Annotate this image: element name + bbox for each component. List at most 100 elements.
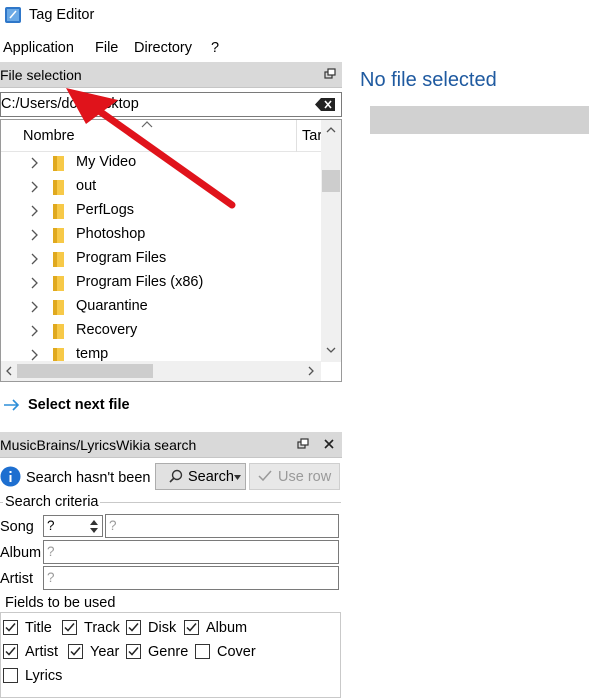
- checkbox-disk-label: Disk: [148, 620, 177, 636]
- arrow-right-icon: [4, 399, 20, 411]
- horizontal-scroll-thumb[interactable]: [17, 364, 153, 378]
- folder-icon: [53, 252, 64, 267]
- file-selection-title: File selection: [0, 67, 82, 83]
- tree-row[interactable]: Quarantine: [1, 295, 321, 319]
- tree-label: Recovery: [76, 322, 138, 338]
- song-track-value: ?: [47, 518, 55, 533]
- folder-icon: [53, 324, 64, 339]
- chevron-right-icon[interactable]: [29, 157, 39, 169]
- song-track-stepper[interactable]: ?: [43, 515, 103, 537]
- search-status: Search hasn't been: [26, 470, 151, 486]
- checkbox-artist[interactable]: [3, 644, 18, 659]
- tree-row[interactable]: Recovery: [1, 319, 321, 343]
- tree-row[interactable]: Program Files (x86): [1, 271, 321, 295]
- checkbox-cover[interactable]: [195, 644, 210, 659]
- chevron-right-icon[interactable]: [29, 325, 39, 337]
- chevron-right-icon[interactable]: [29, 205, 39, 217]
- select-next-file-button[interactable]: Select next file: [0, 393, 200, 417]
- use-row-button[interactable]: Use row: [249, 463, 340, 490]
- menu-application[interactable]: Application: [3, 40, 74, 56]
- chevron-right-icon[interactable]: [29, 277, 39, 289]
- float-panel-icon[interactable]: [322, 66, 338, 82]
- tree-row[interactable]: PerfLogs: [1, 199, 321, 223]
- app-icon: [5, 7, 21, 23]
- chevron-right-icon[interactable]: [29, 301, 39, 313]
- folder-icon: [53, 156, 64, 171]
- float-panel-icon[interactable]: [295, 436, 311, 452]
- path-text: C:/Users/do /Desktop: [1, 96, 139, 112]
- folder-icon: [53, 180, 64, 195]
- checkbox-cover-label: Cover: [217, 644, 256, 660]
- search-button-label: Search: [188, 469, 234, 485]
- scroll-right-icon[interactable]: [305, 365, 317, 377]
- checkbox-track-label: Track: [84, 620, 120, 636]
- checkbox-track[interactable]: [62, 620, 77, 635]
- check-icon: [5, 647, 16, 656]
- folder-icon: [53, 204, 64, 219]
- tree-row[interactable]: out: [1, 175, 321, 199]
- checkbox-title[interactable]: [3, 620, 18, 635]
- checkbox-lyrics[interactable]: [3, 668, 18, 683]
- tree-row[interactable]: My Video: [1, 151, 321, 175]
- scroll-left-icon[interactable]: [3, 365, 15, 377]
- checkbox-year[interactable]: [68, 644, 83, 659]
- folder-icon: [53, 228, 64, 243]
- tree-label: out: [76, 178, 97, 194]
- scroll-down-icon[interactable]: [325, 344, 337, 356]
- column-divider[interactable]: [296, 120, 297, 152]
- musicbrainz-title: MusicBrains/LyricsWikia search: [0, 437, 197, 453]
- checkbox-year-label: Year: [90, 644, 120, 660]
- menu-directory[interactable]: Directory: [134, 40, 192, 56]
- checkbox-album[interactable]: [184, 620, 199, 635]
- fields-title: Fields to be used: [3, 595, 118, 611]
- checkbox-artist-label: Artist: [25, 644, 59, 660]
- vertical-scroll-thumb[interactable]: [322, 170, 340, 192]
- checkbox-genre-label: Genre: [148, 644, 189, 660]
- vertical-scrollbar[interactable]: [321, 120, 341, 362]
- chevron-right-icon[interactable]: [29, 349, 39, 361]
- tree-label: My Video: [76, 154, 137, 170]
- tree-label: PerfLogs: [76, 202, 135, 218]
- album-placeholder: ?: [47, 544, 55, 559]
- artist-field[interactable]: ?: [43, 566, 339, 590]
- checkbox-album-label: Album: [206, 620, 248, 636]
- search-criteria-title: Search criteria: [3, 494, 101, 510]
- info-icon: [0, 466, 21, 487]
- artist-label: Artist: [0, 571, 34, 587]
- window-title: Tag Editor: [29, 7, 95, 23]
- clear-icon[interactable]: [315, 98, 335, 111]
- path-input[interactable]: C:/Users/do /Desktop: [0, 92, 342, 117]
- search-button[interactable]: Search: [155, 463, 246, 490]
- tree-row[interactable]: Photoshop: [1, 223, 321, 247]
- scroll-up-icon[interactable]: [325, 124, 337, 136]
- menu-file[interactable]: File: [95, 40, 118, 56]
- dropdown-caret-icon: [234, 475, 241, 480]
- musicbrainz-header: MusicBrains/LyricsWikia search: [0, 432, 342, 458]
- tree-label: Photoshop: [76, 226, 146, 242]
- search-icon: [169, 469, 183, 483]
- checkbox-disk[interactable]: [126, 620, 141, 635]
- song-placeholder: ?: [109, 518, 117, 533]
- tree-row[interactable]: Program Files: [1, 247, 321, 271]
- check-icon: [70, 647, 81, 656]
- song-field[interactable]: ?: [105, 514, 339, 538]
- file-selection-header: File selection: [0, 62, 342, 88]
- artist-placeholder: ?: [47, 570, 55, 585]
- menu-help[interactable]: ?: [211, 40, 219, 56]
- column-header-size[interactable]: Tar: [302, 128, 322, 144]
- column-header-name[interactable]: Nombre: [23, 128, 75, 144]
- check-icon: [128, 647, 139, 656]
- chevron-right-icon[interactable]: [29, 253, 39, 265]
- tree-label: Quarantine: [76, 298, 148, 314]
- check-icon: [5, 623, 16, 632]
- spin-down-icon[interactable]: [88, 526, 100, 536]
- use-row-label: Use row: [278, 469, 332, 485]
- editor-title: No file selected: [360, 69, 497, 91]
- close-icon[interactable]: [321, 436, 337, 452]
- chevron-right-icon[interactable]: [29, 181, 39, 193]
- folder-tree[interactable]: Nombre Tar My Video out PerfLogs Photosh…: [0, 119, 342, 382]
- check-icon: [258, 470, 272, 482]
- chevron-right-icon[interactable]: [29, 229, 39, 241]
- checkbox-genre[interactable]: [126, 644, 141, 659]
- album-field[interactable]: ?: [43, 540, 339, 564]
